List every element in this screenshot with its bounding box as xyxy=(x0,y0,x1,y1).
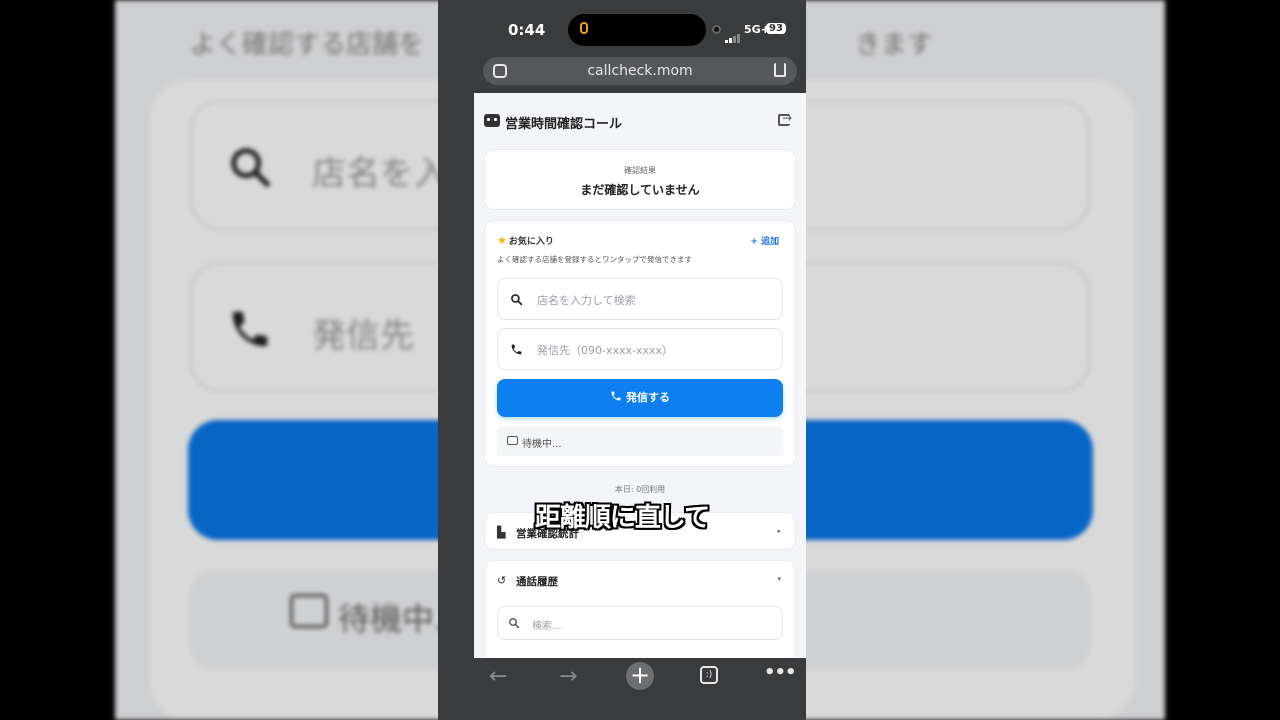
history-search-placeholder: 検索... xyxy=(532,621,562,632)
history-icon: ↺ xyxy=(497,574,507,587)
tabs-icon[interactable]: :) xyxy=(700,666,718,684)
status-box: 待機中... xyxy=(497,426,783,456)
chat-icon xyxy=(507,436,518,445)
history-title: 通話履歴 xyxy=(516,576,558,588)
phone-number-input[interactable]: 発信先（090-xxxx-xxxx） xyxy=(497,328,783,370)
dynamic-island xyxy=(568,14,706,46)
search-icon xyxy=(509,618,520,629)
status-text: 待機中... xyxy=(522,439,562,450)
star-icon: ★ xyxy=(497,234,507,247)
forward-arrow-icon[interactable]: → xyxy=(559,664,577,689)
history-section: ↺ 通話履歴 ▾ 検索... xyxy=(484,560,796,658)
result-label: 確認結果 xyxy=(624,166,656,175)
bg-phone-placeholder: 発信先 xyxy=(312,316,414,356)
robot-icon xyxy=(484,114,500,127)
call-button-label: 発信する xyxy=(626,391,670,404)
status-time: 0:44 xyxy=(508,21,546,39)
browser-url-bar[interactable]: callcheck.mom xyxy=(483,57,797,85)
favorites-description: よく確認する店舗を登録するとワンタップで発信できます xyxy=(497,255,692,264)
call-button[interactable]: 発信する xyxy=(497,379,783,417)
browser-toolbar: ← → + :) ••• xyxy=(438,658,806,720)
share-icon[interactable] xyxy=(774,63,786,77)
favorites-title-text: お気に入り xyxy=(508,237,554,247)
result-card: 確認結果 まだ確認していません xyxy=(484,149,796,210)
bg-description-right: きます xyxy=(855,30,934,60)
bg-phone-icon xyxy=(232,311,268,347)
signal-icon xyxy=(725,24,741,43)
phone-screen: 0:44 5G+ 93 callcheck.mom 営業時間確認コール 確認結果… xyxy=(438,0,806,720)
battery-level: 93 xyxy=(766,23,786,34)
url-text[interactable]: callcheck.mom xyxy=(483,63,797,79)
web-page: 営業時間確認コール 確認結果 まだ確認していません ★お気に入り + 追加 よく… xyxy=(474,93,806,658)
store-search-input[interactable]: 店名を入力して検索 xyxy=(497,278,783,320)
chevron-down-icon[interactable]: ▾ xyxy=(777,575,781,583)
camera-indicator-icon xyxy=(712,25,721,34)
logout-icon[interactable] xyxy=(778,111,792,126)
microphone-icon xyxy=(580,22,588,34)
search-icon xyxy=(511,294,523,306)
bg-description-left: よく確認する店舗を xyxy=(190,30,425,60)
ios-status-bar: 0:44 5G+ 93 xyxy=(438,0,806,58)
app-title: 営業時間確認コール xyxy=(505,117,623,132)
result-value: まだ確認していません xyxy=(580,183,700,197)
call-card: ★ お気に入り + 追加 よく確認する店舗を登録するとワンタップで発信できます 店… xyxy=(484,220,796,467)
phone-number-placeholder: 発信先（090-xxxx-xxxx） xyxy=(537,344,674,357)
add-favorite-button[interactable]: + 追加 xyxy=(750,234,779,247)
usage-count: 本日: 0回利用 xyxy=(614,485,666,494)
more-dots-icon[interactable]: ••• xyxy=(764,662,797,683)
video-caption: 距離順に直して xyxy=(534,503,710,533)
favorites-title: ★ お気に入り xyxy=(497,234,554,247)
bg-chat-icon xyxy=(290,594,328,628)
phone-call-icon xyxy=(611,391,621,401)
phone-icon xyxy=(511,344,522,355)
history-search-input[interactable]: 検索... xyxy=(497,606,783,640)
store-search-placeholder: 店名を入力して検索 xyxy=(537,294,636,307)
new-tab-plus-icon[interactable]: + xyxy=(626,662,654,690)
bg-search-placeholder: 店名を入 xyxy=(312,154,448,194)
back-arrow-icon[interactable]: ← xyxy=(489,664,507,689)
bg-search-icon xyxy=(231,148,270,187)
app-header: 営業時間確認コール xyxy=(474,93,806,147)
